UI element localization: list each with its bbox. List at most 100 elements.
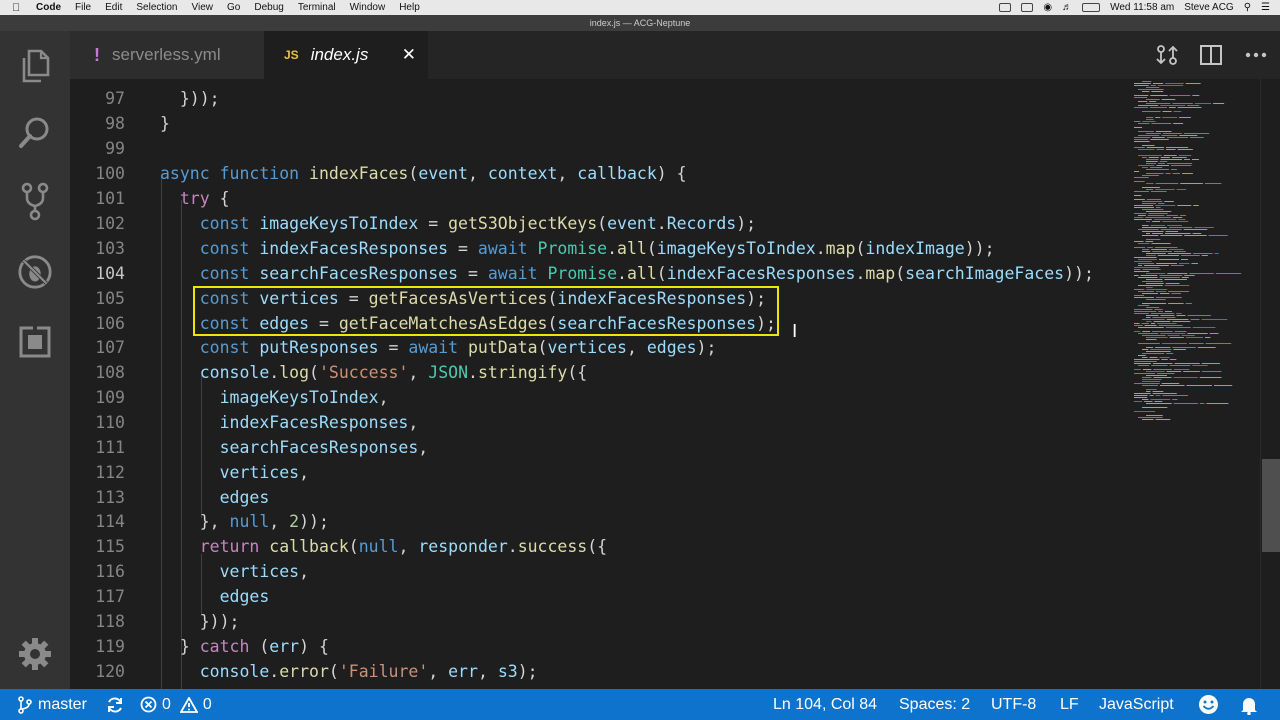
open-changes-icon[interactable] — [1155, 43, 1179, 67]
code-line[interactable]: vertices, — [160, 559, 309, 584]
debug-icon[interactable] — [17, 254, 53, 290]
language-mode[interactable]: JavaScript — [1099, 689, 1174, 720]
code-line-active[interactable]: const searchFacesResponses = await Promi… — [160, 261, 1094, 286]
minimap-line — [1146, 283, 1164, 284]
minimap-line — [1142, 419, 1154, 420]
minimap-line — [1134, 137, 1151, 138]
menu-edit[interactable]: Edit — [105, 2, 122, 13]
battery-icon[interactable] — [1082, 3, 1101, 12]
apple-icon[interactable]:  — [12, 2, 26, 14]
gear-icon[interactable] — [17, 636, 53, 672]
minimap-line — [1166, 215, 1178, 216]
close-icon[interactable]: ✕ — [402, 45, 416, 65]
code-line[interactable]: edges — [160, 485, 270, 510]
minimap-line — [1134, 257, 1157, 258]
source-control-icon[interactable] — [17, 182, 53, 221]
feedback-smiley-icon[interactable] — [1198, 689, 1219, 720]
menu-help[interactable]: Help — [399, 2, 420, 13]
code-line[interactable]: async function indexFaces(event, context… — [160, 161, 687, 186]
minimap[interactable] — [1130, 79, 1260, 439]
minimap-line — [1134, 181, 1145, 182]
code-line[interactable]: imageKeysToIndex, — [160, 385, 389, 410]
wifi-icon[interactable]: ◉ — [1043, 2, 1052, 13]
minimap-line — [1134, 289, 1145, 290]
display-icon[interactable] — [999, 3, 1012, 12]
minimap-line — [1181, 335, 1195, 336]
minimap-line — [1152, 363, 1173, 364]
minimap-line — [1156, 149, 1165, 150]
indentation[interactable]: Spaces: 2 — [899, 689, 970, 720]
encoding[interactable]: UTF-8 — [991, 689, 1036, 720]
code-line[interactable]: })); — [160, 609, 240, 634]
minimap-line — [1155, 419, 1171, 420]
line-number: 119 — [95, 637, 125, 656]
minimap-line — [1146, 173, 1164, 174]
code-line[interactable]: } — [160, 111, 170, 136]
code-editor[interactable]: 97 98 99 100 101 102 103 104 105 106 107… — [70, 79, 1280, 689]
minimap-line — [1142, 235, 1159, 236]
minimap-line — [1146, 307, 1160, 308]
minimap-line — [1151, 91, 1164, 92]
sync-icon[interactable] — [106, 689, 124, 720]
code-line[interactable]: console.log('Success', JSON.stringify({ — [160, 360, 587, 385]
screen-record-icon[interactable] — [1021, 3, 1034, 12]
code-line[interactable]: return callback(null, responder.success(… — [160, 534, 607, 559]
minimap-line — [1142, 251, 1151, 252]
scrollbar-thumb[interactable] — [1262, 459, 1280, 552]
problems-indicator[interactable]: 0 0 — [140, 689, 212, 720]
minimap-line — [1178, 263, 1190, 264]
notifications-bell-icon[interactable] — [1240, 689, 1258, 720]
spotlight-icon[interactable]: ⚲ — [1244, 2, 1251, 13]
code-line[interactable]: searchFacesResponses, — [160, 435, 429, 460]
menubar-user[interactable]: Steve ACG — [1184, 2, 1233, 13]
split-editor-icon[interactable] — [1199, 43, 1223, 67]
menu-selection[interactable]: Selection — [136, 2, 177, 13]
code-line[interactable]: })); — [160, 86, 220, 111]
code-line[interactable]: vertices, — [160, 460, 309, 485]
minimap-line — [1146, 163, 1157, 164]
menu-app-name[interactable]: Code — [36, 2, 61, 13]
menu-terminal[interactable]: Terminal — [298, 2, 336, 13]
code-line[interactable]: console.error('Failure', err, s3); — [160, 659, 538, 684]
minimap-line — [1134, 373, 1156, 374]
code-line[interactable]: indexFacesResponses, — [160, 410, 419, 435]
minimap-line — [1146, 169, 1170, 170]
extensions-icon[interactable] — [17, 324, 53, 360]
minimap-line — [1134, 411, 1156, 412]
code-line[interactable]: }, null, 2)); — [160, 509, 329, 534]
line-ending[interactable]: LF — [1060, 689, 1079, 720]
menubar-clock[interactable]: Wed 11:58 am — [1110, 2, 1174, 13]
tab-index-js[interactable]: JS index.js ✕ — [264, 31, 428, 79]
minimap-line — [1134, 85, 1149, 86]
code-line[interactable]: const indexFacesResponses = await Promis… — [160, 236, 995, 261]
volume-icon[interactable]: ♬ — [1062, 2, 1072, 13]
notification-center-icon[interactable]: ☰ — [1261, 2, 1270, 13]
code-line[interactable]: const putResponses = await putData(verti… — [160, 335, 717, 360]
search-icon[interactable] — [17, 114, 53, 150]
menu-view[interactable]: View — [192, 2, 214, 13]
code-line[interactable]: try { — [160, 186, 230, 211]
explorer-icon[interactable] — [17, 48, 53, 84]
cursor-position[interactable]: Ln 104, Col 84 — [773, 689, 877, 720]
menu-debug[interactable]: Debug — [254, 2, 283, 13]
menu-go[interactable]: Go — [227, 2, 240, 13]
minimap-line — [1146, 415, 1163, 416]
minimap-line — [1152, 391, 1164, 392]
branch-indicator[interactable]: master — [18, 689, 87, 720]
code-line[interactable]: edges — [160, 584, 270, 609]
minimap-line — [1155, 189, 1175, 190]
code-line[interactable]: } catch (err) { — [160, 634, 329, 659]
minimap-line — [1138, 131, 1154, 132]
minimap-line — [1138, 215, 1146, 216]
tab-serverless-yml[interactable]: ! serverless.yml — [70, 31, 264, 79]
minimap-line — [1134, 323, 1140, 324]
minimap-line — [1160, 157, 1170, 158]
more-actions-icon[interactable] — [1244, 43, 1268, 67]
minimap-line — [1153, 219, 1177, 220]
minimap-line — [1134, 297, 1154, 298]
minimap-line — [1134, 147, 1145, 148]
code-line[interactable]: const imageKeysToIndex = getS3ObjectKeys… — [160, 211, 756, 236]
menu-file[interactable]: File — [75, 2, 91, 13]
menu-window[interactable]: Window — [350, 2, 386, 13]
minimap-line — [1173, 377, 1198, 378]
